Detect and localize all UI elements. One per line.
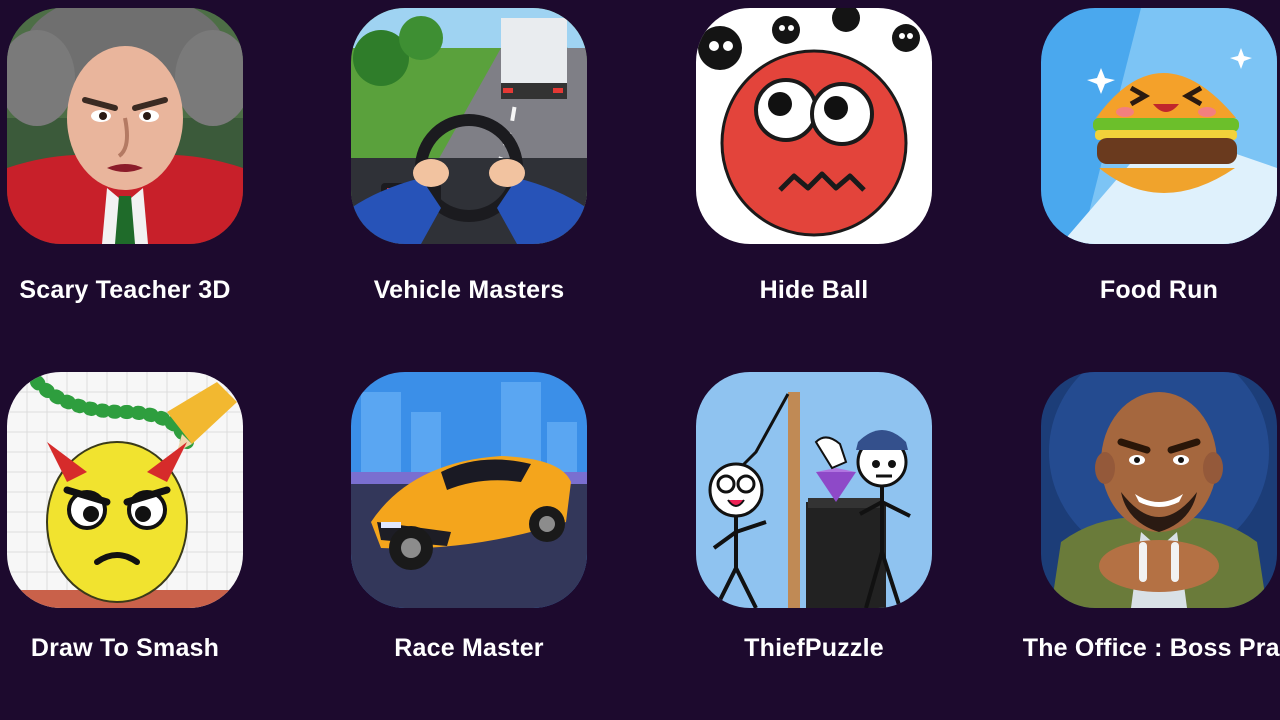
app-label: Vehicle Masters (373, 276, 565, 304)
vehicle-masters-icon[interactable] (351, 8, 587, 244)
app-grid: Scary Teacher 3D Vehicle Masters Hide Ba… (0, 0, 1280, 720)
app-tile-draw-to-smash[interactable]: Draw To Smash (0, 364, 243, 704)
app-label: Draw To Smash (30, 634, 220, 662)
app-label: Food Run (1099, 276, 1219, 304)
draw-to-smash-icon[interactable] (7, 372, 243, 608)
app-label: The Office : Boss Pran (1022, 634, 1280, 662)
app-tile-thief-puzzle[interactable]: ThiefPuzzle (640, 364, 932, 704)
app-tile-vehicle-masters[interactable]: Vehicle Masters (295, 0, 587, 340)
scary-teacher-icon[interactable] (7, 8, 243, 244)
app-tile-hide-ball[interactable]: Hide Ball (640, 0, 932, 340)
race-master-icon[interactable] (351, 372, 587, 608)
office-boss-prank-icon[interactable] (1041, 372, 1277, 608)
food-run-icon[interactable] (1041, 8, 1277, 244)
app-tile-scary-teacher[interactable]: Scary Teacher 3D (0, 0, 243, 340)
app-label: Scary Teacher 3D (19, 276, 231, 304)
app-tile-food-run[interactable]: Food Run (985, 0, 1277, 340)
app-tile-office-boss-prank[interactable]: The Office : Boss Pran (985, 364, 1280, 704)
hide-ball-icon[interactable] (696, 8, 932, 244)
thief-puzzle-icon[interactable] (696, 372, 932, 608)
app-label: Race Master (394, 634, 544, 662)
app-label: Hide Ball (759, 276, 869, 304)
app-tile-race-master[interactable]: Race Master (295, 364, 587, 704)
app-label: ThiefPuzzle (744, 634, 884, 662)
